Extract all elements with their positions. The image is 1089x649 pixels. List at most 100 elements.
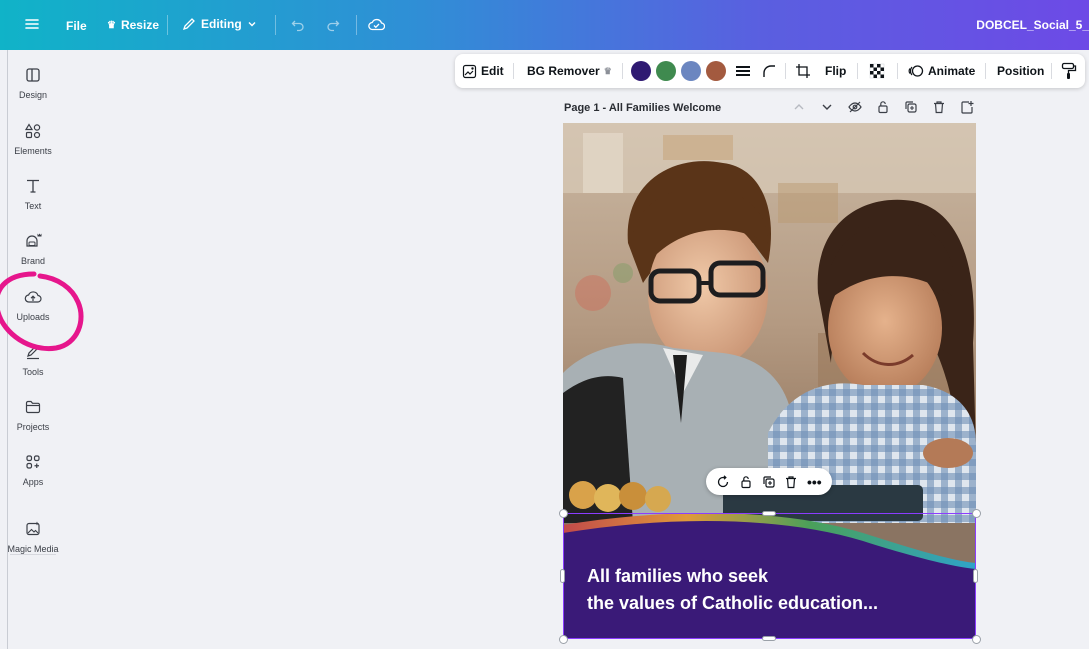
bg-remover-label: BG Remover — [527, 64, 600, 78]
color-swatch-1[interactable] — [631, 61, 651, 81]
panel-edge — [7, 50, 8, 649]
sidebar-item-label: Text — [24, 201, 42, 211]
divider — [785, 63, 786, 79]
add-page-icon[interactable] — [960, 100, 974, 114]
page-title[interactable]: Page 1 - All Families Welcome — [564, 102, 721, 114]
color-swatch-4[interactable] — [706, 61, 726, 81]
color-swatch-2[interactable] — [656, 61, 676, 81]
edit-label: Edit — [481, 64, 504, 78]
lock-icon[interactable] — [739, 475, 753, 489]
sidebar-item-label: Brand — [20, 256, 46, 266]
divider — [356, 15, 357, 35]
save-status-button[interactable] — [368, 17, 385, 32]
resize-handle-bottom-right[interactable] — [972, 635, 981, 644]
pencil-icon — [182, 18, 195, 31]
transparency-icon — [869, 63, 885, 79]
resize-button[interactable]: ♛ Resize — [107, 18, 159, 32]
divider — [897, 63, 898, 79]
folder-icon — [25, 400, 41, 414]
document-title[interactable]: DOBCEL_Social_5_ — [976, 18, 1089, 32]
photo-children-tablet[interactable] — [563, 123, 976, 523]
brand-icon — [26, 233, 42, 247]
line-weight-button[interactable] — [735, 54, 751, 88]
divider — [857, 63, 858, 79]
sidebar-item-text[interactable]: Text — [0, 177, 66, 223]
flip-button[interactable]: Flip — [795, 54, 846, 88]
flip-label: Flip — [825, 64, 847, 78]
hide-page-icon[interactable] — [848, 100, 862, 114]
sidebar-item-design[interactable]: Design — [0, 66, 66, 112]
sidebar-item-label: Elements — [14, 146, 52, 156]
sidebar-item-tools[interactable]: Tools — [0, 343, 66, 389]
sidebar-item-label: Apps — [22, 477, 44, 487]
animate-button[interactable]: Animate — [908, 54, 975, 88]
rotate-icon[interactable] — [716, 474, 730, 489]
text-icon — [27, 179, 39, 193]
sidebar-item-brand[interactable]: Brand — [0, 232, 66, 278]
lock-icon[interactable] — [876, 100, 890, 114]
sidebar-item-label: Tools — [22, 367, 44, 377]
divider — [513, 63, 514, 79]
bg-remover-button[interactable]: BG Remover ♛ — [527, 54, 612, 88]
resize-handle-top-left[interactable] — [559, 509, 568, 518]
divider — [275, 15, 276, 35]
duplicate-icon[interactable] — [904, 100, 918, 114]
corner-rounding-icon — [763, 65, 775, 77]
editing-label: Editing — [201, 17, 242, 31]
line-weight-icon — [736, 66, 750, 76]
delete-icon[interactable] — [784, 475, 798, 489]
more-options-icon[interactable]: ••• — [807, 475, 822, 489]
resize-label: Resize — [120, 18, 159, 32]
animate-label: Animate — [928, 64, 976, 78]
editing-mode-button[interactable]: Editing — [182, 17, 257, 31]
page-tools — [792, 100, 974, 114]
chevron-down-icon — [248, 22, 256, 27]
resize-handle-top[interactable] — [762, 511, 776, 516]
sidebar-item-projects[interactable]: Projects — [0, 398, 66, 444]
divider — [985, 63, 986, 79]
sidebar-item-label: Magic Media — [7, 544, 59, 554]
duplicate-icon[interactable] — [762, 475, 776, 489]
selection-outline — [563, 513, 976, 639]
resize-handle-top-right[interactable] — [972, 509, 981, 518]
resize-handle-right[interactable] — [973, 569, 978, 583]
apps-icon — [26, 455, 40, 469]
sidebar-item-label: Uploads — [16, 312, 50, 322]
image-edit-icon — [462, 64, 477, 78]
undo-button[interactable] — [291, 18, 305, 32]
chevron-down-icon[interactable] — [820, 100, 834, 114]
divider — [167, 15, 168, 35]
edit-image-button[interactable]: Edit — [462, 54, 504, 88]
cloud-upload-icon — [24, 291, 42, 303]
sidebar-item-label: Projects — [16, 422, 50, 432]
file-menu[interactable]: File — [66, 19, 87, 33]
crown-icon: ♛ — [603, 65, 612, 76]
resize-handle-bottom-left[interactable] — [559, 635, 568, 644]
menu-button[interactable] — [25, 17, 39, 31]
sidebar-item-magic-media[interactable]: Magic Media — [0, 520, 66, 566]
file-label: File — [66, 19, 87, 33]
color-swatch-3[interactable] — [681, 61, 701, 81]
magic-media-icon — [26, 521, 40, 536]
resize-handle-bottom[interactable] — [762, 636, 776, 641]
shapes-icon — [24, 123, 41, 139]
resize-handle-left[interactable] — [560, 569, 565, 583]
sidebar-item-uploads[interactable]: Uploads — [0, 288, 66, 334]
context-toolbar: Edit BG Remover ♛ Flip Animate Position — [455, 54, 1085, 88]
sidebar-item-apps[interactable]: Apps — [0, 453, 66, 499]
position-label: Position — [997, 64, 1045, 78]
left-sidebar: Design Elements Text Brand Uploads Tools… — [0, 50, 66, 649]
sidebar-item-elements[interactable]: Elements — [0, 122, 66, 168]
corner-rounding-button[interactable] — [762, 54, 776, 88]
crown-icon: ♛ — [107, 19, 116, 31]
undo-icon — [291, 20, 304, 32]
delete-icon[interactable] — [932, 100, 946, 114]
position-button[interactable]: Position — [997, 54, 1044, 88]
redo-button[interactable] — [326, 18, 340, 32]
layout-icon — [26, 68, 40, 82]
copy-style-button[interactable] — [1061, 54, 1077, 88]
paint-roller-icon — [1061, 62, 1077, 79]
redo-icon — [327, 20, 340, 32]
transparency-button[interactable] — [869, 54, 885, 88]
chevron-up-icon[interactable] — [792, 100, 806, 114]
